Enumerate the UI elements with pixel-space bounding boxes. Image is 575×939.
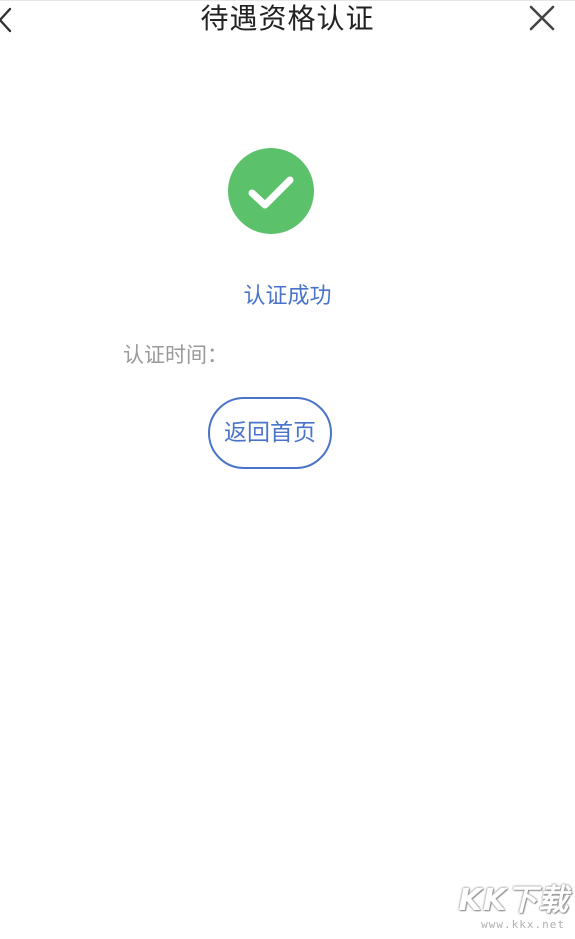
header: 待遇资格认证 xyxy=(0,0,575,39)
page-title: 待遇资格认证 xyxy=(200,2,375,35)
page: 待遇资格认证 认证成功 认证时间： 返回首页 KK下载 www.kkx.net xyxy=(0,0,575,939)
check-circle-icon xyxy=(228,148,314,234)
close-icon xyxy=(529,5,555,31)
watermark-logo: KK下载 xyxy=(458,883,569,918)
time-label: 认证时间： xyxy=(123,343,228,367)
verification-time: 认证时间： xyxy=(123,340,232,370)
status-text: 认证成功 xyxy=(243,284,332,309)
watermark: KK下载 www.kkx.net xyxy=(453,875,569,931)
close-button[interactable] xyxy=(529,5,555,31)
back-to-home-button[interactable]: 返回首页 xyxy=(208,397,332,469)
watermark-url: www.kkx.net xyxy=(481,918,565,931)
